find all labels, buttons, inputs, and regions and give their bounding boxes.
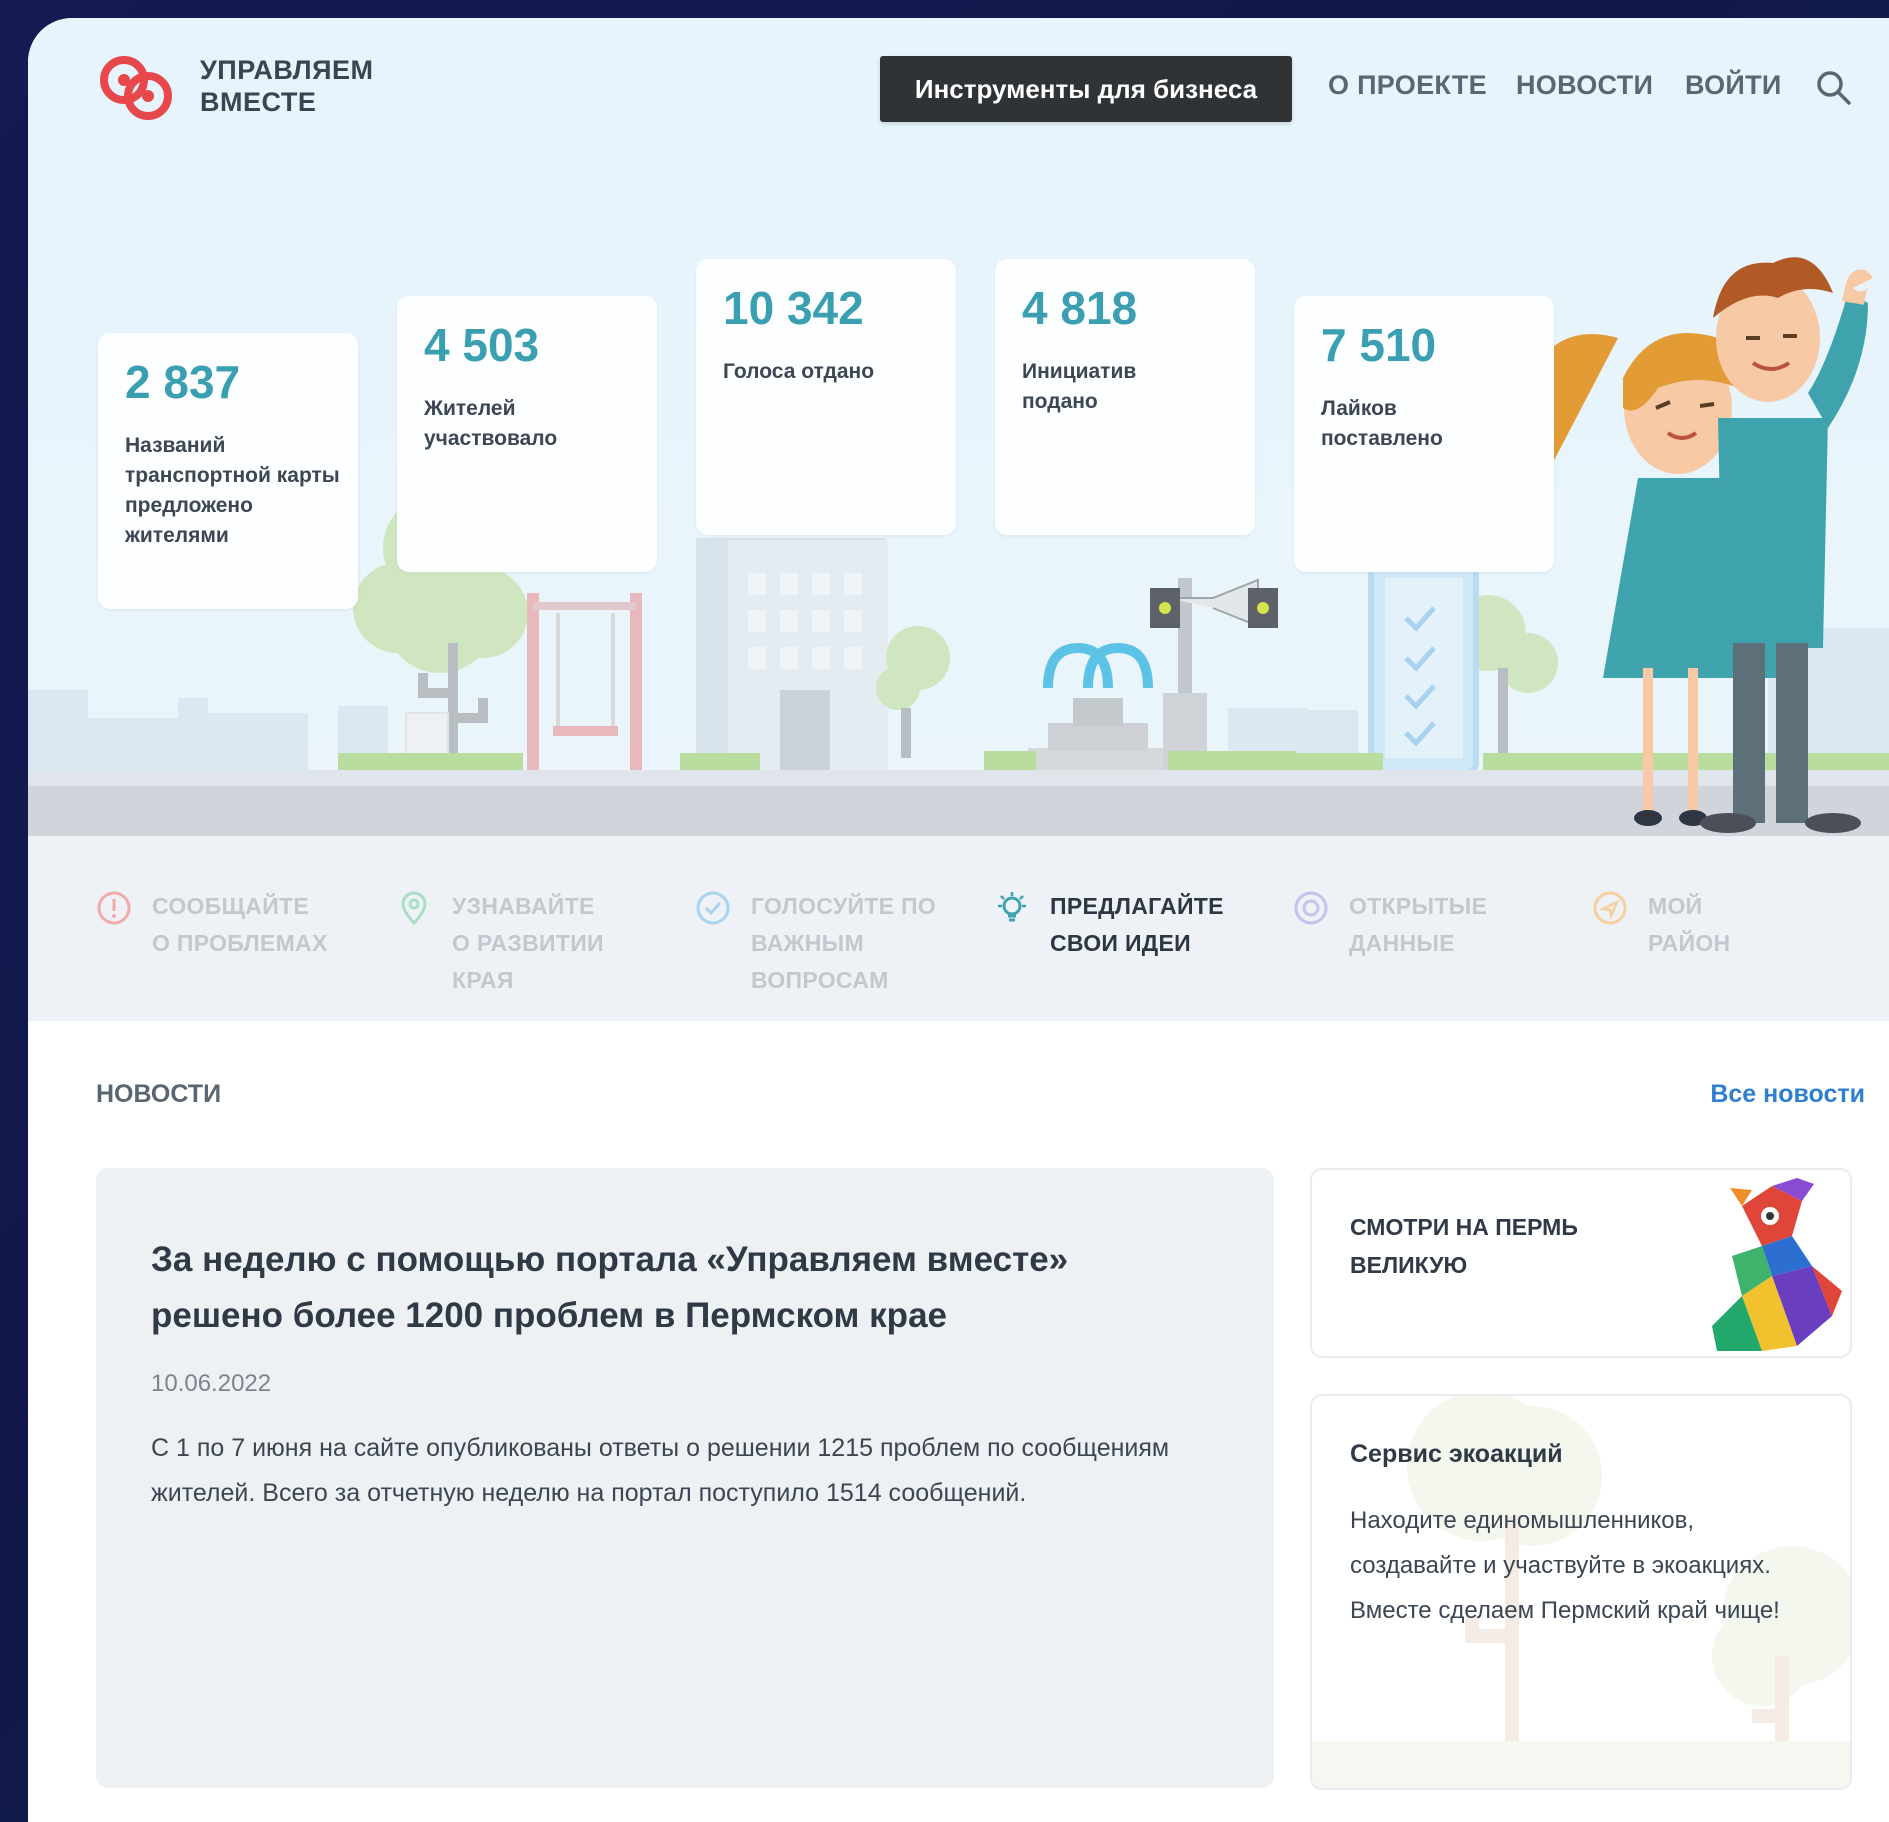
promo-card-perm[interactable]: СМОТРИ НА ПЕРМЬ ВЕЛИКУЮ — [1310, 1168, 1852, 1358]
feature-label: ПРЕДЛАГАЙТЕ СВОИ ИДЕИ — [1050, 893, 1224, 956]
logo-text[interactable]: УПРАВЛЯЕМ ВМЕСТЕ — [200, 54, 374, 118]
stat-label: Инициатив подано — [1022, 360, 1137, 413]
logo-line-2: ВМЕСТЕ — [200, 87, 317, 117]
business-tools-button[interactable]: Инструменты для бизнеса — [880, 56, 1292, 122]
hero-section: УПРАВЛЯЕМ ВМЕСТЕ Инструменты для бизнеса… — [28, 18, 1889, 1021]
eco-description: Находите единомышленников, создавайте и … — [1350, 1507, 1780, 1624]
logo-line-1: УПРАВЛЯЕМ — [200, 55, 374, 85]
feature-label: УЗНАВАЙТЕ О РАЗВИТИИ КРАЯ — [452, 893, 604, 993]
feature-label: СООБЩАЙТЕ О ПРОБЛЕМАХ — [152, 893, 328, 956]
search-icon[interactable] — [1814, 68, 1854, 108]
news-heading: НОВОСТИ — [96, 1080, 222, 1108]
lightbulb-icon — [998, 892, 1026, 922]
promo-title: СМОТРИ НА ПЕРМЬ ВЕЛИКУЮ — [1350, 1214, 1578, 1278]
stat-value: 10 342 — [723, 282, 864, 334]
location-pin-icon — [401, 891, 427, 926]
stat-value: 7 510 — [1321, 319, 1437, 371]
stat-label: Жителей участвовало — [424, 397, 558, 450]
page: УПРАВЛЯЕМ ВМЕСТЕ Инструменты для бизнеса… — [28, 18, 1889, 1822]
feature-label: ГОЛОСУЙТЕ ПО ВАЖНЫМ ВОПРОСАМ — [751, 893, 937, 993]
stat-card-residents: 4 503 Жителей участвовало — [397, 296, 657, 572]
feature-report-problems[interactable]: СООБЩАЙТЕ О ПРОБЛЕМАХ — [96, 888, 328, 962]
stat-value: 2 837 — [125, 356, 241, 408]
feature-open-data[interactable]: ОТКРЫТЫЕ ДАННЫЕ — [1293, 888, 1487, 962]
stat-card-likes: 7 510 Лайков поставлено — [1294, 296, 1554, 572]
stat-value: 4 818 — [1022, 282, 1138, 334]
feature-label: МОЙ РАЙОН — [1648, 893, 1731, 956]
main-news-card[interactable]: За неделю с помощью портала «Управляем в… — [96, 1168, 1274, 1788]
stat-value: 4 503 — [424, 319, 540, 371]
feature-vote[interactable]: ГОЛОСУЙТЕ ПО ВАЖНЫМ ВОПРОСАМ — [695, 888, 936, 999]
nav-login[interactable]: ВОЙТИ — [1685, 70, 1782, 101]
stat-card-transport: 2 837 Названий транспортной карты предло… — [98, 333, 358, 609]
check-circle-icon — [696, 891, 730, 925]
stat-card-votes: 10 342 Голоса отдано — [696, 259, 956, 535]
target-icon — [1294, 891, 1328, 925]
bear-logo-icon — [1712, 1178, 1842, 1351]
feature-my-district[interactable]: МОЙ РАЙОН — [1592, 888, 1730, 962]
navigation-icon — [1593, 891, 1627, 925]
stat-label: Голоса отдано — [723, 360, 875, 383]
eco-actions-card[interactable]: Сервис экоакций Находите единомышленнико… — [1310, 1394, 1852, 1790]
feature-learn-development[interactable]: УЗНАВАЙТЕ О РАЗВИТИИ КРАЯ — [396, 888, 604, 999]
news-body: С 1 по 7 июня на сайте опубликованы отве… — [151, 1434, 1170, 1507]
stat-card-initiatives: 4 818 Инициатив подано — [995, 259, 1255, 535]
feature-label: ОТКРЫТЫЕ ДАННЫЕ — [1349, 893, 1488, 956]
all-news-link[interactable]: Все новости — [1710, 1080, 1865, 1109]
news-date: 10.06.2022 — [151, 1370, 272, 1397]
news-title[interactable]: За неделю с помощью портала «Управляем в… — [151, 1232, 1151, 1344]
logo-icon[interactable] — [96, 48, 176, 128]
stat-label: Названий транспортной карты предложено ж… — [125, 434, 340, 547]
feature-propose-ideas[interactable]: ПРЕДЛАГАЙТЕ СВОИ ИДЕИ — [994, 888, 1224, 962]
nav-about[interactable]: О ПРОЕКТЕ — [1328, 70, 1487, 101]
eco-title: Сервис экоакций — [1350, 1440, 1563, 1468]
alert-icon — [97, 891, 131, 925]
nav-news[interactable]: НОВОСТИ — [1516, 70, 1653, 101]
stat-label: Лайков поставлено — [1321, 397, 1443, 450]
